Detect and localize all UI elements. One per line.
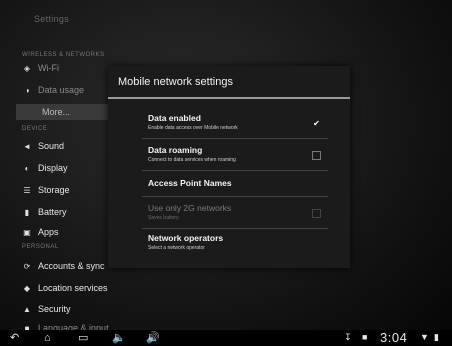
sidebar-item-wifi[interactable]: ◈ Wi-Fi	[22, 60, 59, 76]
display-icon: ◐	[24, 163, 30, 173]
sidebar-item-label: Battery	[38, 207, 67, 217]
option-label: Access Point Names	[148, 178, 232, 188]
sound-icon: ◄	[23, 141, 31, 151]
option-use-only-2g: Use only 2G networks Saves battery	[108, 200, 350, 228]
sidebar-item-storage[interactable]: ☰ Storage	[22, 182, 70, 198]
option-data-enabled[interactable]: Data enabled Enable data access over Mob…	[108, 110, 350, 138]
sidebar-item-apps[interactable]: ▣ Apps	[22, 224, 59, 240]
back-icon[interactable]: ↶	[10, 331, 19, 345]
option-divider	[142, 170, 328, 171]
home-icon[interactable]: ⌂	[44, 331, 51, 345]
sidebar-item-more[interactable]: More...	[16, 104, 116, 120]
data-usage-icon: ◑	[24, 85, 30, 95]
sidebar-item-battery[interactable]: ▮ Battery	[22, 204, 67, 220]
option-label: Network operators	[148, 233, 224, 243]
option-label: Use only 2G networks	[148, 203, 232, 213]
wifi-icon: ◈	[23, 63, 31, 73]
notification-icon: ■	[362, 332, 368, 342]
option-network-operators[interactable]: Network operators Select a network opera…	[108, 230, 350, 258]
dialog-title: Mobile network settings	[118, 76, 233, 88]
checkbox-checked-icon[interactable]: ✔	[312, 119, 321, 128]
sidebar-item-sound[interactable]: ◄ Sound	[22, 138, 64, 154]
wifi-signal-icon: ▼	[420, 332, 429, 342]
sidebar-item-label: Data usage	[38, 85, 85, 95]
sidebar-item-display[interactable]: ◐ Display	[22, 160, 68, 176]
sidebar-item-location[interactable]: ◆ Location services	[22, 280, 108, 296]
checkbox-unchecked-icon[interactable]	[312, 151, 321, 160]
option-divider	[142, 138, 328, 139]
download-icon: ↧	[344, 332, 352, 342]
option-label: Data enabled	[148, 113, 201, 123]
volume-up-icon[interactable]: 🔊	[146, 331, 160, 345]
option-divider	[142, 196, 328, 197]
option-summary: Connect to data services when roaming	[148, 157, 236, 163]
option-data-roaming[interactable]: Data roaming Connect to data services wh…	[108, 142, 350, 170]
lock-icon: ▲	[23, 304, 31, 314]
sidebar-item-label: Wi-Fi	[38, 63, 59, 73]
option-access-point-names[interactable]: Access Point Names	[108, 174, 350, 202]
sidebar-item-label: Accounts & sync	[38, 261, 105, 271]
location-icon: ◆	[23, 283, 31, 293]
recent-apps-icon[interactable]: ▭	[78, 331, 88, 345]
battery-status-icon: ▮	[434, 332, 439, 342]
section-header-personal: PERSONAL	[22, 244, 59, 250]
settings-screen: Settings WIRELESS & NETWORKS ◈ Wi-Fi ◑ D…	[0, 0, 452, 346]
apps-icon: ▣	[23, 227, 31, 237]
dialog-title-divider	[108, 97, 350, 99]
sidebar-item-label: Sound	[38, 141, 65, 151]
sidebar-item-label: Storage	[38, 185, 70, 195]
sidebar-item-label: Display	[38, 163, 68, 173]
status-clock: 3:04	[380, 330, 408, 345]
checkbox-disabled-icon	[312, 209, 321, 218]
option-summary: Saves battery	[148, 215, 179, 221]
sidebar-item-label: Security	[38, 304, 71, 314]
option-summary: Select a network operator	[148, 245, 205, 251]
volume-down-icon[interactable]: 🔈	[112, 331, 126, 345]
sidebar-item-label: Location services	[38, 283, 108, 293]
option-summary: Enable data access over Mobile network	[148, 125, 238, 131]
battery-icon: ▮	[24, 207, 30, 217]
sidebar-item-label: Apps	[38, 227, 59, 237]
mobile-network-dialog: Mobile network settings Data enabled Ena…	[108, 66, 350, 268]
storage-icon: ☰	[23, 185, 31, 195]
option-divider	[142, 228, 328, 229]
sidebar-item-data-usage[interactable]: ◑ Data usage	[22, 82, 84, 98]
sidebar-item-security[interactable]: ▲ Security	[22, 301, 71, 317]
section-header-device: DEVICE	[22, 126, 48, 132]
section-header-wireless: WIRELESS & NETWORKS	[22, 52, 105, 58]
system-navigation-bar: ↶ ⌂ ▭ 🔈 🔊 ↧ ■ 3:04 ▼ ▮	[0, 330, 452, 346]
option-label: Data roaming	[148, 145, 203, 155]
sidebar-item-accounts[interactable]: ⟳ Accounts & sync	[22, 258, 105, 274]
sidebar-item-label: More...	[42, 107, 71, 117]
sync-icon: ⟳	[23, 261, 31, 271]
